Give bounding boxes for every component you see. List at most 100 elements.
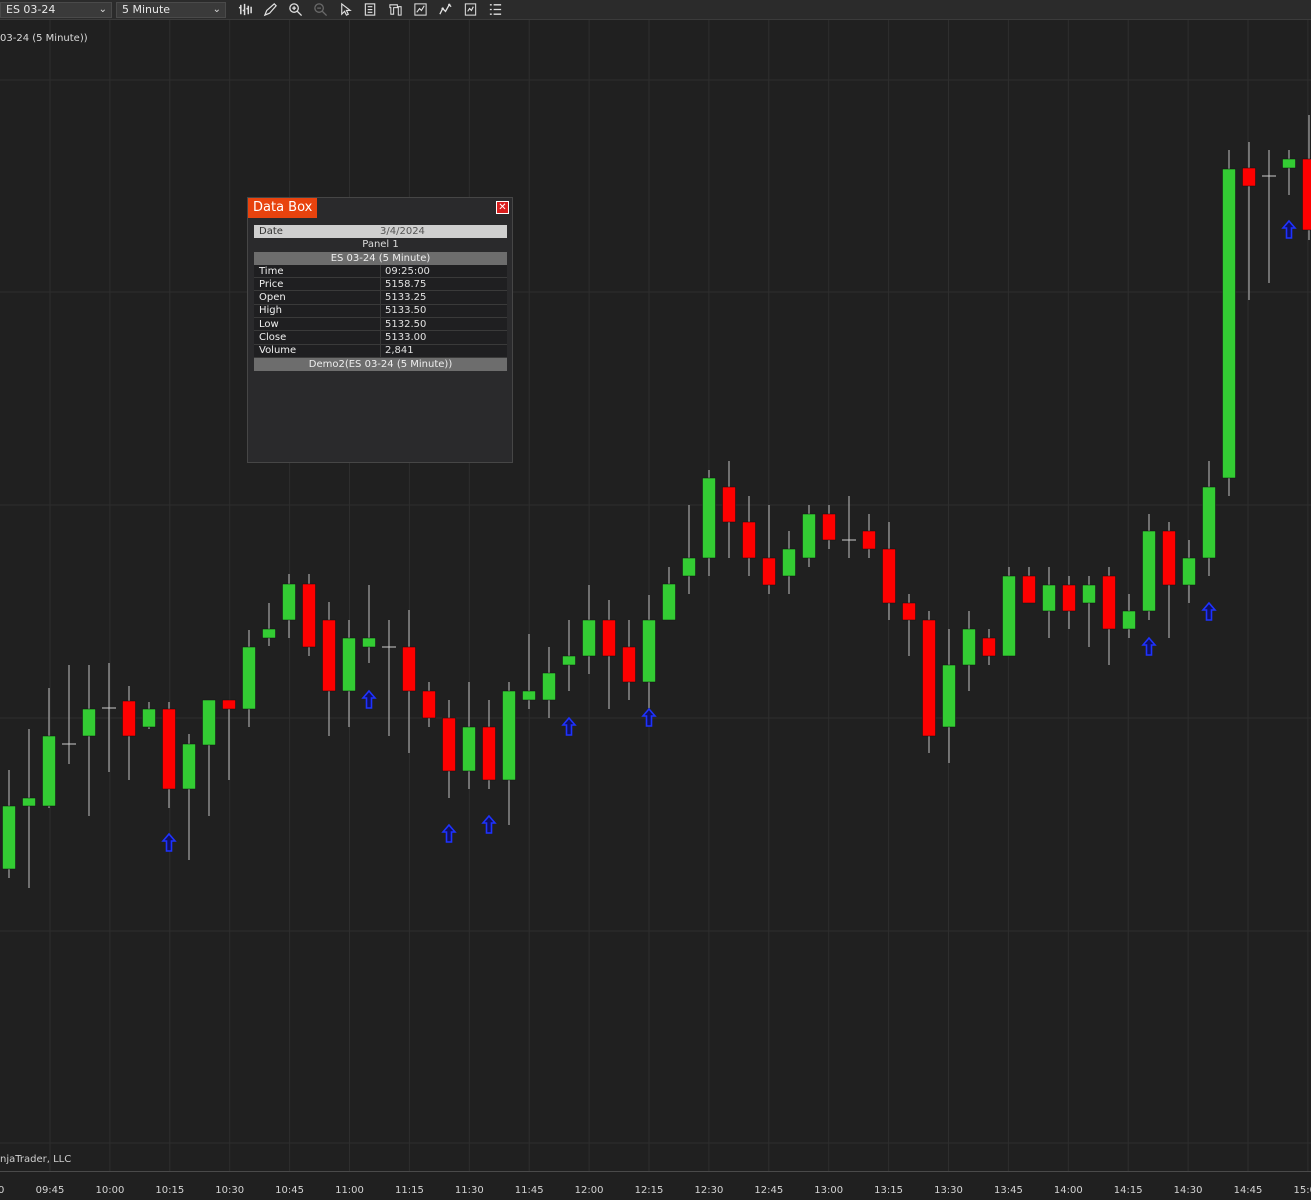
up-candle [802,513,816,559]
copyright-text: njaTrader, LLC [0,1154,72,1165]
bar-type-icon [238,3,252,16]
indicators-button[interactable] [409,1,431,19]
down-candle [882,548,896,604]
up-candle [342,637,356,692]
time-tick-label: 10:15 [155,1185,184,1196]
down-candle [482,726,496,781]
buy-signal-arrow-icon [1281,219,1297,239]
chart-trader-button[interactable] [384,1,406,19]
date-label: Date [259,226,283,238]
down-candle [1242,167,1256,187]
buy-signal-arrow-icon [481,814,497,834]
up-candle [542,672,556,701]
up-candle [1122,610,1136,630]
time-tick-label: 12:00 [575,1185,604,1196]
strategies-button[interactable] [434,1,456,19]
field-label: Low [259,318,279,330]
buy-signal-arrow-icon [1201,601,1217,621]
chart-toolbar: ES 03-24 ⌄ 5 Minute ⌄ [0,0,1311,20]
time-tick-label: 14:30 [1174,1185,1203,1196]
down-candle [442,717,456,772]
up-candle [662,583,676,621]
down-candle [1102,575,1116,630]
time-tick-label: 11:00 [335,1185,364,1196]
field-value: 5133.25 [380,291,426,304]
strategies-icon [438,3,452,15]
price-chart[interactable]: 09:45 10:00 10:15 10:30 10:45 11:00 11:15 11:30… [0,20,1311,1200]
drawing-tool-button[interactable] [259,1,281,19]
buy-signal-arrow-icon [361,689,377,709]
chart-trader-icon [388,4,402,16]
field-value: 5158.75 [380,278,426,291]
time-tick-label: 10:45 [275,1185,304,1196]
zoom-out-button[interactable] [309,1,331,19]
up-candle [502,690,516,781]
date-value: 3/4/2024 [380,226,425,238]
up-candle [562,655,576,666]
buy-signal-arrow-icon [441,823,457,843]
down-candle [322,619,336,692]
up-candle [962,628,976,666]
field-label: Open [259,292,286,304]
properties-list-button[interactable] [484,1,506,19]
field-value: 5132.50 [380,318,426,331]
data-box-field-row: Volume 2,841 [254,344,507,358]
properties-list-icon [489,4,501,15]
buy-signal-arrow-icon [161,832,177,852]
data-box-button[interactable] [359,1,381,19]
time-tick-label: 12:45 [754,1185,783,1196]
close-icon[interactable]: ✕ [496,201,509,214]
data-box-window[interactable]: Data Box ✕ Date 3/4/2024 Panel 1 ES 03-2… [247,197,513,463]
up-candle [1202,486,1216,559]
up-candle [1002,575,1016,657]
zoom-out-icon [313,3,327,17]
indicator-row: Demo2(ES 03-24 (5 Minute)) [254,357,507,372]
time-tick-label: 12:15 [635,1185,664,1196]
field-label: Close [259,332,287,344]
down-candle [862,530,876,550]
up-candle [1082,584,1096,604]
down-candle [302,583,316,648]
field-value: 5133.50 [380,304,426,318]
time-tick-label: 14:45 [1234,1185,1263,1196]
field-label: Time [259,265,284,277]
down-candle [722,486,736,523]
interval-selector[interactable]: 5 Minute ⌄ [116,1,226,18]
field-label: Price [259,278,284,290]
pointer-button[interactable] [334,1,356,19]
drawing-tool-icon [263,3,277,17]
down-candle [422,690,436,719]
down-candle [742,521,756,559]
up-candle [1042,584,1056,612]
down-candle [822,513,836,541]
instrument-selector[interactable]: ES 03-24 ⌄ [0,1,112,18]
up-candle [1282,158,1296,169]
up-candle [262,628,276,639]
up-candle [1142,530,1156,612]
up-candle [462,726,476,772]
time-tick-label: 13:30 [934,1185,963,1196]
up-candle [202,699,216,746]
data-box-field-row: Open 5133.25 [254,291,507,305]
time-tick-label: 09:45 [36,1185,65,1196]
up-candle [2,805,16,870]
time-tick-label: 0 [0,1185,4,1196]
pointer-icon [340,2,352,16]
up-candle [582,619,596,657]
data-box-field-row: Time 09:25:00 [254,264,507,279]
buy-signal-arrow-icon [1141,636,1157,656]
down-candle [402,646,416,692]
templates-button[interactable] [459,1,481,19]
data-box-field-row: High 5133.50 [254,304,507,319]
time-tick-label: 13:15 [874,1185,903,1196]
up-candle [82,708,96,737]
time-tick-label: 13:00 [814,1185,843,1196]
field-label: Volume [259,345,297,357]
time-tick-label: 10:00 [95,1185,124,1196]
down-candle [122,700,136,737]
bar-type-button[interactable] [234,1,256,19]
field-label: High [259,305,282,317]
date-row: Date 3/4/2024 [254,225,507,239]
zoom-in-button[interactable] [284,1,306,19]
data-box-header[interactable]: Data Box ✕ [248,198,512,218]
